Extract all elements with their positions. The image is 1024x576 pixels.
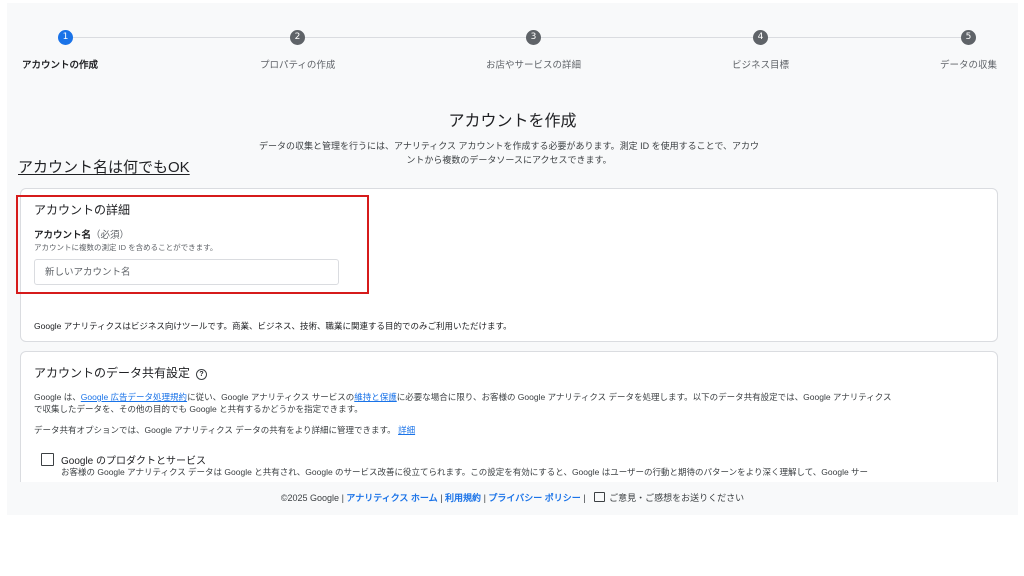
copyright: ©2025 Google — [280, 493, 340, 503]
google-products-checkbox[interactable] — [41, 453, 54, 466]
intro-line-1: データの収集と管理を行うには、アナリティクス アカウントを作成する必要があります… — [259, 141, 759, 151]
desc-text-2: に従い、Google アナリティクス サービスの — [187, 392, 355, 402]
data-sharing-description: Google は、Google 広告データ処理規約に従い、Google アナリテ… — [34, 391, 984, 415]
account-name-input[interactable] — [34, 259, 339, 285]
analytics-home-link[interactable]: アナリティクス ホーム — [346, 493, 437, 503]
page-intro: データの収集と管理を行うには、アナリティクス アカウントを作成する必要があります… — [239, 139, 779, 167]
feedback-link[interactable]: ご意見・ご感想をお送りください — [609, 493, 744, 503]
sharing-options-text: データ共有オプションでは、Google アナリティクス データの共有をより詳細に… — [34, 425, 396, 435]
maintain-protect-link[interactable]: 維持と保護 — [354, 392, 397, 402]
stepper-line — [69, 37, 969, 38]
business-use-note: Google アナリティクスはビジネス向けツールです。商業、ビジネス、技術、職業… — [34, 321, 512, 331]
step-4-label: ビジネス目標 — [732, 60, 790, 71]
step-1-indicator: 1 — [58, 30, 73, 45]
step-3-label: お店やサービスの詳細 — [486, 60, 582, 71]
required-marker: （必須） — [91, 230, 130, 241]
privacy-policy-link[interactable]: プライバシー ポリシー — [488, 493, 580, 503]
account-details-card: アカウントの詳細 アカウント名（必須） アカウントに複数の測定 ID を含めるこ… — [20, 188, 998, 342]
terms-link[interactable]: 利用規約 — [445, 493, 481, 503]
step-5-label: データの収集 — [940, 60, 998, 71]
page-footer: ©2025 Google | アナリティクス ホーム | 利用規約 | プライバ… — [7, 482, 1018, 515]
analytics-setup-page: 1 アカウントの作成 2 プロパティの作成 3 お店やサービスの詳細 4 ビジネ… — [7, 3, 1018, 515]
account-name-label: アカウント名（必須） — [34, 227, 129, 241]
annotation-note: アカウント名は何でもOK — [18, 159, 190, 176]
step-4-indicator: 4 — [753, 30, 768, 45]
step-3-indicator: 3 — [526, 30, 541, 45]
desc-text-4: で収集したデータを、その他の目的でも Google と共有するかどうかを指定でき… — [34, 404, 363, 414]
desc-text-1: Google は、 — [34, 392, 81, 402]
sharing-options-note: データ共有オプションでは、Google アナリティクス データの共有をより詳細に… — [34, 424, 415, 436]
page-title: アカウントを作成 — [448, 113, 577, 130]
step-1-label: アカウントの作成 — [22, 60, 99, 71]
account-name-hint: アカウントに複数の測定 ID を含めることができます。 — [34, 243, 218, 252]
step-5-indicator: 5 — [961, 30, 976, 45]
ads-data-terms-link[interactable]: Google 広告データ処理規約 — [81, 392, 187, 402]
step-2-indicator: 2 — [290, 30, 305, 45]
data-sharing-title-text: アカウントのデータ共有設定 — [34, 366, 191, 380]
google-products-description: お客様の Google アナリティクス データは Google と共有され、Go… — [61, 467, 869, 477]
step-2-label: プロパティの作成 — [260, 60, 336, 71]
setup-stepper: 1 アカウントの作成 2 プロパティの作成 3 お店やサービスの詳細 4 ビジネ… — [7, 3, 1018, 83]
learn-more-link[interactable]: 詳細 — [398, 425, 415, 435]
help-circle-icon[interactable]: ? — [196, 369, 208, 380]
google-products-label[interactable]: Google のプロダクトとサービス — [61, 452, 206, 467]
data-sharing-title: アカウントのデータ共有設定? — [34, 364, 208, 381]
intro-line-2: ントから複数のデータソースにアクセスできます。 — [406, 155, 612, 165]
desc-text-3: に必要な場合に限り、お客様の Google アナリティクス データを処理します。… — [396, 392, 892, 402]
account-name-label-text: アカウント名 — [34, 230, 92, 241]
account-details-title: アカウントの詳細 — [34, 203, 131, 217]
feedback-icon[interactable] — [594, 492, 606, 502]
